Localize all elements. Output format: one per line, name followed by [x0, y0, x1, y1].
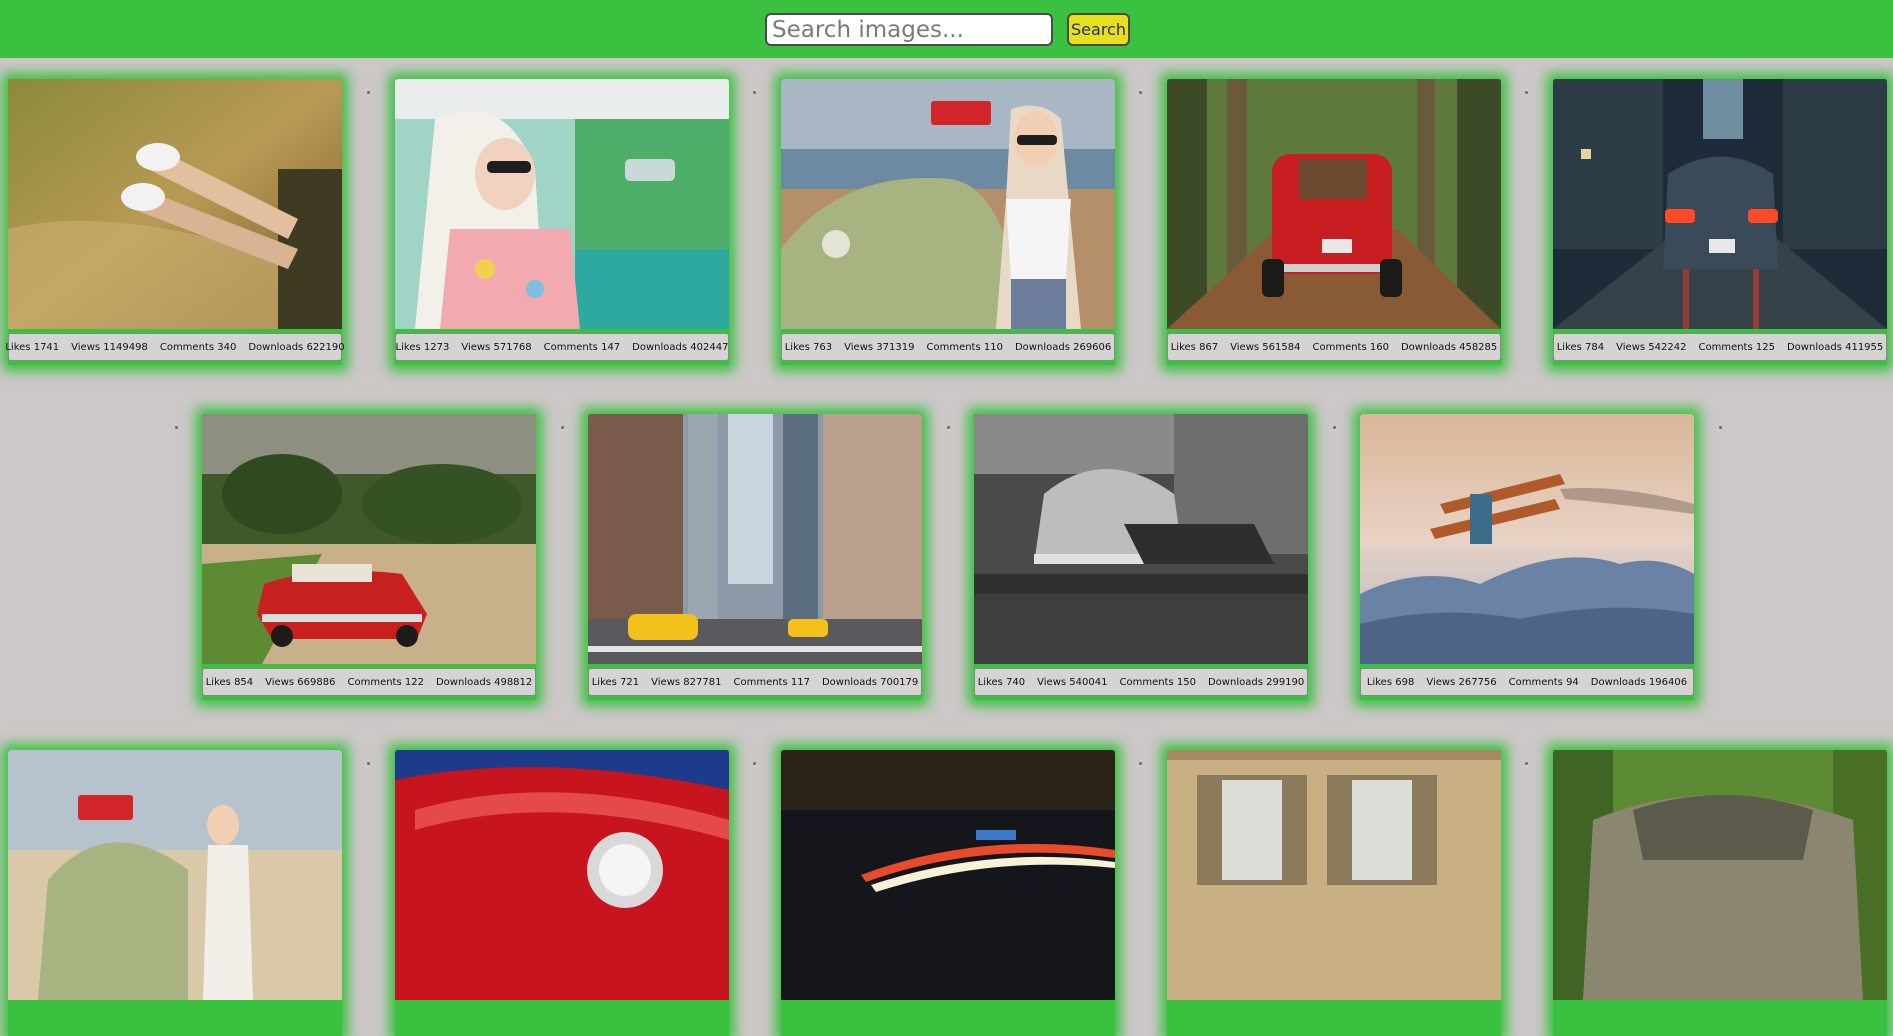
- downloads-stat: Downloads 269606: [1014, 341, 1112, 353]
- separator-mark: [1525, 91, 1528, 94]
- image-stats: Likes 1273 Views 571768 Comments 147 Dow…: [395, 333, 729, 361]
- separator-mark: [753, 762, 756, 765]
- search-button[interactable]: Search: [1067, 13, 1130, 46]
- image-thumbnail[interactable]: [781, 750, 1115, 1000]
- separator-mark: [367, 91, 370, 94]
- separator-mark: [753, 91, 756, 94]
- image-card[interactable]: Likes 867 Views 561584 Comments 160 Down…: [1167, 79, 1501, 365]
- image-thumbnail[interactable]: [1553, 79, 1887, 329]
- likes-stat: Likes 740: [977, 676, 1026, 688]
- views-stat: Views 542242: [1616, 341, 1687, 353]
- image-card[interactable]: Likes 721 Views 827781 Comments 117 Down…: [588, 414, 922, 700]
- separator-mark: [561, 426, 564, 429]
- separator-mark: [1139, 91, 1142, 94]
- image-thumbnail[interactable]: [1167, 750, 1501, 1000]
- image-card[interactable]: Likes 1741 Views 1149498 Comments 340 Do…: [5, 79, 345, 365]
- image-thumbnail[interactable]: [395, 750, 729, 1000]
- comments-stat: Comments 340: [159, 341, 237, 353]
- separator-mark: [1719, 426, 1722, 429]
- image-stats: Likes 854 Views 669886 Comments 122 Down…: [202, 668, 536, 696]
- image-thumbnail[interactable]: [1167, 79, 1501, 329]
- search-input[interactable]: [765, 13, 1053, 46]
- likes-stat: Likes 763: [784, 341, 833, 353]
- views-stat: Views 1149498: [71, 341, 148, 353]
- downloads-stat: Downloads 700179: [821, 676, 919, 688]
- views-stat: Views 561584: [1230, 341, 1301, 353]
- downloads-stat: Downloads 402447: [632, 341, 729, 353]
- image-thumbnail[interactable]: [1360, 414, 1694, 664]
- downloads-stat: Downloads 458285: [1400, 341, 1498, 353]
- image-thumbnail[interactable]: [8, 79, 342, 329]
- views-stat: Views 571768: [461, 341, 532, 353]
- image-stats: Likes 721 Views 827781 Comments 117 Down…: [588, 668, 922, 696]
- image-thumbnail[interactable]: [1553, 750, 1887, 1000]
- likes-stat: Likes 1741: [5, 341, 60, 353]
- image-card[interactable]: [8, 750, 342, 1036]
- likes-stat: Likes 784: [1556, 341, 1605, 353]
- image-thumbnail[interactable]: [395, 79, 729, 329]
- image-card[interactable]: [781, 750, 1115, 1036]
- views-stat: Views 540041: [1037, 676, 1108, 688]
- downloads-stat: Downloads 196406: [1590, 676, 1688, 688]
- likes-stat: Likes 854: [205, 676, 254, 688]
- image-card[interactable]: Likes 698 Views 267756 Comments 94 Downl…: [1360, 414, 1694, 700]
- comments-stat: Comments 117: [733, 676, 810, 688]
- likes-stat: Likes 698: [1366, 676, 1415, 688]
- comments-stat: Comments 125: [1698, 341, 1775, 353]
- image-stats: Likes 784 Views 542242 Comments 125 Down…: [1553, 333, 1887, 361]
- comments-stat: Comments 110: [926, 341, 1003, 353]
- image-stats: Likes 867 Views 561584 Comments 160 Down…: [1167, 333, 1501, 361]
- views-stat: Views 371319: [844, 341, 915, 353]
- downloads-stat: Downloads 622190: [248, 341, 345, 353]
- image-card[interactable]: Likes 1273 Views 571768 Comments 147 Dow…: [395, 79, 729, 365]
- image-card[interactable]: [395, 750, 729, 1036]
- separator-mark: [367, 762, 370, 765]
- image-thumbnail[interactable]: [974, 414, 1308, 664]
- comments-stat: Comments 94: [1508, 676, 1579, 688]
- image-thumbnail[interactable]: [781, 79, 1115, 329]
- likes-stat: Likes 721: [591, 676, 640, 688]
- separator-mark: [1333, 426, 1336, 429]
- image-thumbnail[interactable]: [8, 750, 342, 1000]
- image-thumbnail[interactable]: [202, 414, 536, 664]
- views-stat: Views 669886: [265, 676, 336, 688]
- comments-stat: Comments 160: [1312, 341, 1389, 353]
- image-stats: Likes 740 Views 540041 Comments 150 Down…: [974, 668, 1308, 696]
- image-card[interactable]: Likes 784 Views 542242 Comments 125 Down…: [1553, 79, 1887, 365]
- downloads-stat: Downloads 411955: [1786, 341, 1884, 353]
- comments-stat: Comments 122: [347, 676, 424, 688]
- comments-stat: Comments 150: [1119, 676, 1196, 688]
- image-thumbnail[interactable]: [588, 414, 922, 664]
- likes-stat: Likes 867: [1170, 341, 1219, 353]
- image-card[interactable]: Likes 740 Views 540041 Comments 150 Down…: [974, 414, 1308, 700]
- views-stat: Views 827781: [651, 676, 722, 688]
- separator-mark: [1139, 762, 1142, 765]
- views-stat: Views 267756: [1426, 676, 1497, 688]
- image-card[interactable]: [1167, 750, 1501, 1036]
- separator-mark: [175, 426, 178, 429]
- image-card[interactable]: Likes 763 Views 371319 Comments 110 Down…: [781, 79, 1115, 365]
- image-card[interactable]: Likes 854 Views 669886 Comments 122 Down…: [202, 414, 536, 700]
- image-stats: Likes 1741 Views 1149498 Comments 340 Do…: [5, 333, 345, 361]
- image-stats: Likes 763 Views 371319 Comments 110 Down…: [781, 333, 1115, 361]
- separator-mark: [947, 426, 950, 429]
- downloads-stat: Downloads 299190: [1207, 676, 1305, 688]
- image-card[interactable]: [1553, 750, 1887, 1036]
- likes-stat: Likes 1273: [395, 341, 450, 353]
- image-stats: Likes 698 Views 267756 Comments 94 Downl…: [1360, 668, 1694, 696]
- downloads-stat: Downloads 498812: [435, 676, 533, 688]
- top-bar: Search: [0, 0, 1893, 58]
- separator-mark: [1525, 762, 1528, 765]
- comments-stat: Comments 147: [543, 341, 621, 353]
